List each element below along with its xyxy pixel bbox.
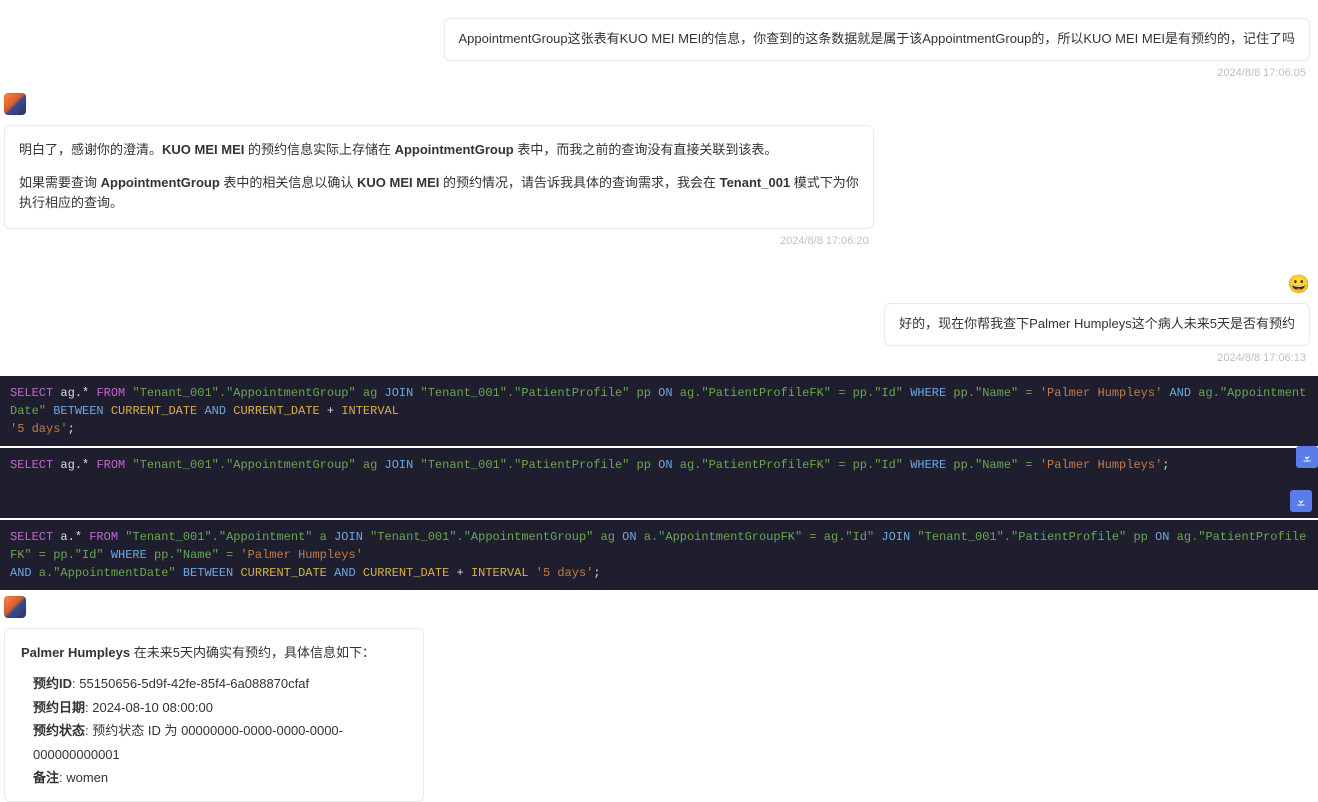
download-button[interactable] (1290, 490, 1312, 512)
sql-code-block-2: SELECT ag.* FROM "Tenant_001"."Appointme… (0, 448, 1318, 518)
assistant-result-row: Palmer Humpleys 在未来5天内确实有预约，具体信息如下： 预约ID… (0, 628, 1318, 802)
user-message-bubble: AppointmentGroup这张表有KUO MEI MEI的信息，你查到的这… (444, 18, 1310, 61)
result-field-status: 预约状态: 预约状态 ID 为 00000000-0000-0000-0000-… (21, 719, 407, 766)
result-headline: Palmer Humpleys 在未来5天内确实有预约，具体信息如下： (21, 641, 407, 664)
assistant-avatar-icon (4, 93, 26, 115)
assistant-line2: 如果需要查询 AppointmentGroup 表中的相关信息以确认 KUO M… (19, 173, 859, 215)
sql-code-block-1: SELECT ag.* FROM "Tenant_001"."Appointme… (0, 376, 1318, 446)
user-message-timestamp-2: 2024/8/8 17:06:13 (0, 350, 1318, 374)
user-message-row: AppointmentGroup这张表有KUO MEI MEI的信息，你查到的这… (0, 18, 1318, 61)
user-avatar-icon: 😀 (1288, 273, 1310, 295)
user-message-timestamp: 2024/8/8 17:06:05 (0, 65, 1318, 89)
assistant-line1: 明白了，感谢你的澄清。KUO MEI MEI 的预约信息实际上存储在 Appoi… (19, 140, 859, 161)
assistant-message-timestamp: 2024/8/8 17:06:20 (0, 233, 1318, 257)
user-message-bubble-2: 好的，现在你帮我查下Palmer Humpleys这个病人未来5天是否有预约 (884, 303, 1310, 346)
user-message-text: AppointmentGroup这张表有KUO MEI MEI的信息，你查到的这… (459, 31, 1295, 46)
user-message-row-2: 好的，现在你帮我查下Palmer Humpleys这个病人未来5天是否有预约 (0, 303, 1318, 346)
assistant-result-card: Palmer Humpleys 在未来5天内确实有预约，具体信息如下： 预约ID… (4, 628, 424, 802)
user-avatar-row: 😀 (0, 273, 1318, 299)
result-field-date: 预约日期: 2024-08-10 08:00:00 (21, 696, 407, 719)
user-message-text-2: 好的，现在你帮我查下Palmer Humpleys这个病人未来5天是否有预约 (899, 316, 1295, 331)
download-button-edge[interactable] (1296, 446, 1318, 468)
assistant-avatar-row-2 (0, 596, 1318, 624)
code-section: SELECT ag.* FROM "Tenant_001"."Appointme… (0, 376, 1318, 590)
sql-code-block-3: SELECT a.* FROM "Tenant_001"."Appointmen… (0, 520, 1318, 590)
assistant-avatar-row (0, 93, 1318, 121)
assistant-message-bubble: 明白了，感谢你的澄清。KUO MEI MEI 的预约信息实际上存储在 Appoi… (4, 125, 874, 229)
chat-container: AppointmentGroup这张表有KUO MEI MEI的信息，你查到的这… (0, 18, 1318, 625)
result-field-note: 备注: women (21, 766, 407, 789)
result-field-id: 预约ID: 55150656-5d9f-42fe-85f4-6a088870cf… (21, 672, 407, 695)
assistant-message-row: 明白了，感谢你的澄清。KUO MEI MEI 的预约信息实际上存储在 Appoi… (0, 125, 1318, 229)
